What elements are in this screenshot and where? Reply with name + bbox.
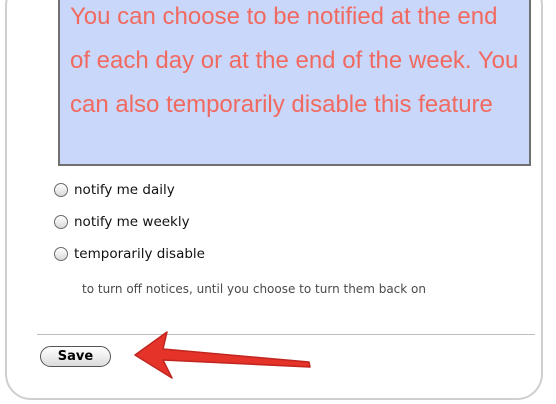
red-arrow-icon [134,331,311,379]
option-weekly[interactable]: notify me weekly [54,213,534,231]
option-weekly-label: notify me weekly [74,214,190,230]
annotation-callout: You can choose to be notified at the end… [58,0,531,166]
radio-daily[interactable] [54,183,68,197]
radio-weekly[interactable] [54,215,68,229]
save-button[interactable]: Save [40,346,111,367]
disable-hint: to turn off notices, until you choose to… [82,282,426,296]
option-disable[interactable]: temporarily disable [54,245,534,263]
radio-disable[interactable] [54,247,68,261]
settings-panel: You can choose to be notified at the end… [5,0,543,400]
notification-options: notify me daily notify me weekly tempora… [54,181,534,277]
callout-text: You can choose to be notified at the end… [70,3,519,118]
option-daily-label: notify me daily [74,182,175,198]
option-disable-label: temporarily disable [74,246,205,262]
option-daily[interactable]: notify me daily [54,181,534,199]
